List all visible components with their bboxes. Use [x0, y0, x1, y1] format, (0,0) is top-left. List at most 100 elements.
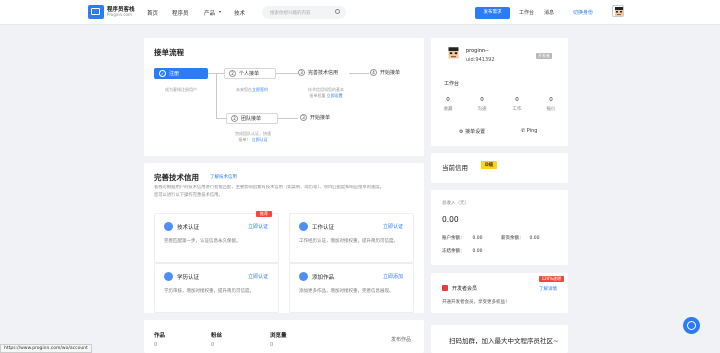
frozen-balance: 冻结余额： 0.00 — [442, 248, 483, 254]
credit-level-card: 当前信用 D级 — [431, 153, 568, 183]
nav-programmers[interactable]: 程序员 — [172, 9, 189, 17]
total-income-value: 0.00 — [442, 215, 459, 224]
order-process-card: 接单流程 ✓ 注册 成为客栈注册用户 2 个人接单 未来您在立即签约 3 完善技术信用… — [144, 38, 424, 156]
account-balance-label: 账户余额： — [442, 236, 465, 241]
set-now-link[interactable]: 立即设置 — [327, 93, 343, 98]
credit-item-action[interactable]: 立即认证 — [383, 223, 403, 230]
publish-demand-button[interactable]: 发布需求 — [475, 7, 510, 19]
nav-workbench[interactable]: 工作台 — [519, 9, 534, 16]
certify-now-link[interactable]: 立即认证 — [252, 137, 268, 142]
search-input[interactable]: 搜索你想兴趣的内容 — [262, 6, 346, 19]
vip-learn-more-link[interactable]: 了解详情 — [539, 286, 557, 292]
step-register-desc: 成为客栈注册用户 — [165, 87, 197, 92]
credit-item-action[interactable]: 立即添加 — [383, 273, 403, 280]
community-card: 扫码加群，加入最大中文程序员社区~ — [431, 325, 568, 353]
step-credit[interactable]: 3 完善技术信用 — [298, 68, 338, 78]
total-income-label: 总收入（元） — [442, 201, 469, 206]
credit-intro-line-1: 客栈可根据用户的技术信用进行智能匹配，主要影响因素有技术信用（如案例、简历等）、… — [154, 185, 384, 190]
credit-item-action[interactable]: 立即认证 — [248, 273, 268, 280]
frozen-balance-label: 冻结余额： — [442, 249, 465, 254]
publish-works-link[interactable]: 发布作品 — [391, 336, 411, 343]
step-personal-order[interactable]: 2 个人接单 — [224, 68, 276, 79]
switch-identity-link[interactable]: 切换身份 — [573, 9, 593, 16]
step-credit-desc: 技术信用如您的基本 接单权重 立即设置 — [294, 87, 358, 99]
ping-button[interactable]: ✆ Ping — [521, 128, 537, 134]
credit-level-badge: D级 — [481, 161, 498, 169]
education-cert-icon — [164, 272, 173, 281]
recommend-badge: 推荐 — [256, 211, 272, 217]
sign-now-link[interactable]: 立即签约 — [252, 87, 268, 92]
views-value: 0 — [270, 342, 274, 348]
step-label: 个人接单 — [239, 71, 260, 77]
stat-value[interactable]: 0 — [467, 97, 497, 103]
credit-item-desc: 添加更多作品，增加对接权重，完善信息展现。 — [299, 289, 394, 294]
status-url: https://www.proginn.com/wo/account — [0, 344, 92, 353]
ping-icon: ✆ — [521, 128, 526, 134]
credit-item-work[interactable]: 工作认证 立即认证 工作经历认证，增加对接权重，提升简历可信度。 — [289, 213, 414, 263]
account-balance-value: 0.00 — [472, 236, 483, 241]
stat-label: 工作 — [512, 107, 522, 112]
credit-level-label: 当前信用 — [442, 164, 468, 172]
credit-item-desc: 工作经历认证，增加对接权重，提升简历可信度。 — [299, 239, 398, 244]
nav-home[interactable]: 首页 — [147, 9, 158, 17]
stat-label: 沟通 — [477, 107, 487, 112]
chevron-down-icon: ▾ — [219, 9, 222, 14]
fans-label: 粉丝 — [211, 333, 223, 339]
account-balance: 账户余额： 0.00 — [442, 235, 483, 241]
step-register[interactable]: ✓ 注册 — [154, 68, 208, 79]
credit-item-works[interactable]: 添加作品 立即添加 添加更多作品，增加对接权重，完善信息展现。 — [289, 263, 414, 313]
logo-icon[interactable] — [88, 5, 104, 19]
connector — [276, 73, 298, 74]
order-settings-label: 接单设置 — [465, 129, 486, 135]
credit-item-action[interactable]: 立即认证 — [248, 223, 268, 230]
desc-line: 接单！ — [238, 137, 251, 142]
vip-card[interactable]: 120%递增 开发者会员 了解详情 开通开发者会员，享受更多权益！ — [431, 273, 568, 313]
nav-tech[interactable]: 技术 — [234, 9, 245, 17]
logo-subtitle: Proginn.com — [107, 12, 132, 17]
credit-item-desc: 完善匹配第一步，认证信息永久保留。 — [164, 239, 241, 244]
order-settings-button[interactable]: ⚙ 接单设置 — [459, 128, 485, 135]
profile-tag: 开发者 — [536, 53, 552, 59]
step-number: 3 — [300, 114, 307, 121]
balance-card: 总收入（元） 0.00 账户余额： 0.00 薪资余额： 0.00 冻结余额： 0.0… — [431, 190, 568, 265]
credit-item-title: 技术认证 — [177, 225, 200, 231]
step-number: 2 — [229, 70, 236, 77]
credit-item-desc: 学历审核，增加对接权重，提升简历可信度。 — [164, 289, 254, 294]
ping-label: Ping — [526, 128, 538, 134]
avatar[interactable] — [612, 5, 624, 17]
stat-value[interactable]: 0 — [502, 97, 532, 103]
works-label: 作品 — [154, 333, 166, 339]
search-icon[interactable] — [335, 9, 340, 14]
profile-uid: uid:941392 — [466, 57, 495, 63]
profile-avatar[interactable] — [446, 46, 461, 61]
salary-balance: 薪资余额： 0.00 — [501, 235, 540, 241]
step-team-order[interactable]: 2 团队接单 — [226, 113, 278, 124]
step-label: 开始接单 — [380, 70, 401, 76]
credit-item-education[interactable]: 学历认证 立即认证 学历审核，增加对接权重，提升简历可信度。 — [154, 263, 279, 313]
salary-balance-value: 0.00 — [529, 236, 540, 241]
check-icon: ✓ — [159, 70, 166, 77]
stat-value[interactable]: 0 — [433, 97, 463, 103]
frozen-balance-value: 0.00 — [472, 249, 483, 254]
salary-balance-label: 薪资余额： — [501, 236, 524, 241]
vip-desc: 开通开发者会员，享受更多权益！ — [442, 300, 510, 305]
step-register-label: 注册 — [169, 71, 180, 77]
stat-value[interactable]: 0 — [536, 97, 566, 103]
works-stats-card: 作品 0 粉丝 0 浏览量 0 发布作品 — [144, 320, 424, 353]
credit-item-title: 工作认证 — [312, 225, 335, 231]
search-placeholder: 搜索你想兴趣的内容 — [270, 10, 311, 16]
nav-products[interactable]: 产品 — [204, 9, 215, 17]
customer-service-icon[interactable] — [683, 317, 700, 334]
vip-title: 开发者会员 — [452, 286, 478, 292]
vip-icon — [442, 285, 448, 291]
learn-credit-link[interactable]: 了解技术信用 — [210, 174, 237, 180]
credit-intro-line-2: 您可以进行以下操作完善技术信用。 — [154, 193, 223, 198]
step-team-start: 3 开始接单 — [300, 113, 330, 123]
workbench-label: 工作台 — [444, 81, 460, 87]
credit-item-tech[interactable]: 技术认证 立即认证 完善匹配第一步，认证信息永久保留。 推荐 — [154, 211, 279, 263]
credit-item-title: 添加作品 — [312, 275, 335, 281]
connector — [216, 118, 226, 119]
connector — [349, 73, 369, 74]
nav-messages[interactable]: 消息 — [544, 9, 554, 16]
connector — [278, 118, 298, 119]
